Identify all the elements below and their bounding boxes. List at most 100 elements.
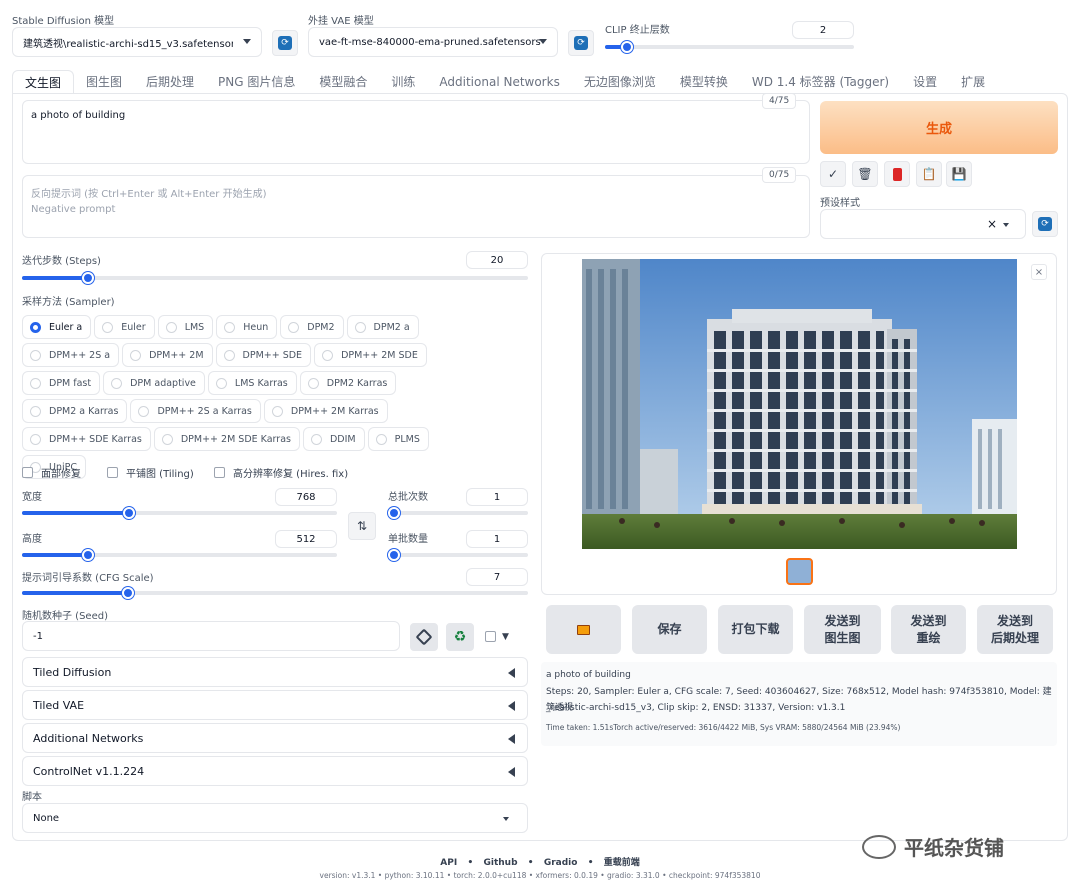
footer-api-link[interactable]: API xyxy=(440,858,457,868)
sampler-option[interactable]: Euler xyxy=(94,315,155,339)
tab-10[interactable]: 设置 xyxy=(901,70,949,94)
footer-reload-link[interactable]: 重载前端 xyxy=(604,858,640,868)
sampler-option[interactable]: DPM++ 2S a xyxy=(22,343,120,367)
refresh-style-button[interactable]: ⟳ xyxy=(1032,211,1058,237)
footer-github-link[interactable]: Github xyxy=(483,858,517,868)
tab-3[interactable]: PNG 图片信息 xyxy=(206,70,307,94)
style-clear-icon[interactable]: × xyxy=(987,217,997,231)
slider-thumb[interactable] xyxy=(81,272,94,284)
sampler-option[interactable]: Euler a xyxy=(22,315,92,339)
radio-circle[interactable] xyxy=(111,377,123,389)
sampler-option[interactable]: DPM2 xyxy=(280,315,344,339)
sampler-option[interactable]: DPM2 a xyxy=(346,315,419,339)
radio-circle[interactable] xyxy=(30,321,41,333)
refresh-model-button[interactable]: ⟳ xyxy=(272,30,298,56)
radio-circle[interactable] xyxy=(375,433,387,445)
radio-circle[interactable] xyxy=(310,433,322,445)
extra-networks-button[interactable] xyxy=(884,161,910,187)
sampler-option[interactable]: DPM fast xyxy=(22,371,101,395)
radio-circle[interactable] xyxy=(165,321,177,333)
tab-9[interactable]: WD 1.4 标签器 (Tagger) xyxy=(740,70,901,94)
slider-thumb[interactable] xyxy=(123,507,136,519)
sampler-option[interactable]: Heun xyxy=(216,315,278,339)
read-params-button[interactable]: ✓ xyxy=(820,161,846,187)
zip-download-button[interactable]: 打包下载 xyxy=(718,605,793,654)
footer-gradio-link[interactable]: Gradio xyxy=(544,858,578,868)
close-icon[interactable]: × xyxy=(1031,264,1047,280)
clip-number-input[interactable]: 2 xyxy=(792,21,854,39)
tab-4[interactable]: 模型融合 xyxy=(307,70,379,94)
tab-8[interactable]: 模型转换 xyxy=(668,70,740,94)
generate-button[interactable]: 生成 xyxy=(820,101,1058,154)
save-button[interactable]: 保存 xyxy=(632,605,707,654)
send-to-inpaint-button[interactable]: 发送到 重绘 xyxy=(891,605,966,654)
tiling-checkbox[interactable]: 平铺图 (Tiling) xyxy=(107,465,194,480)
sampler-option[interactable]: DPM++ SDE xyxy=(215,343,312,367)
sampler-option[interactable]: DDIM xyxy=(302,427,365,451)
checkbox-box[interactable] xyxy=(214,467,225,478)
width-number-input[interactable]: 768 xyxy=(275,488,337,506)
slider-thumb[interactable] xyxy=(388,507,400,519)
radio-circle[interactable] xyxy=(30,377,41,389)
save-style-button[interactable]: 💾 xyxy=(946,161,972,187)
checkbox-box[interactable] xyxy=(22,467,33,478)
radio-circle[interactable] xyxy=(224,321,236,333)
checkbox-box[interactable] xyxy=(485,631,496,642)
batch-size-input[interactable]: 1 xyxy=(466,530,528,548)
accordion-2[interactable]: Additional Networks xyxy=(22,723,528,753)
tab-11[interactable]: 扩展 xyxy=(949,70,997,94)
batch-count-input[interactable]: 1 xyxy=(466,488,528,506)
radio-circle[interactable] xyxy=(102,321,114,333)
refresh-vae-button[interactable]: ⟳ xyxy=(568,30,594,56)
sampler-option[interactable]: DPM adaptive xyxy=(103,371,205,395)
sampler-option[interactable]: DPM2 a Karras xyxy=(22,399,128,423)
radio-circle[interactable] xyxy=(271,405,283,417)
batch-size-slider[interactable] xyxy=(388,549,528,561)
radio-circle[interactable] xyxy=(322,349,334,361)
swap-dimensions-button[interactable]: ⇅ xyxy=(348,512,376,540)
radio-circle[interactable] xyxy=(354,321,366,333)
checkbox-box[interactable] xyxy=(107,467,118,478)
sampler-option[interactable]: DPM++ 2M SDE xyxy=(314,343,427,367)
sampler-option[interactable]: DPM++ 2M xyxy=(122,343,213,367)
gallery-thumbnail[interactable] xyxy=(786,558,813,585)
radio-circle[interactable] xyxy=(215,377,227,389)
radio-circle[interactable] xyxy=(30,433,41,445)
tab-6[interactable]: Additional Networks xyxy=(427,70,571,94)
cfg-number-input[interactable]: 7 xyxy=(466,568,528,586)
radio-circle[interactable] xyxy=(30,405,41,417)
accordion-3[interactable]: ControlNet v1.1.224 xyxy=(22,756,528,786)
seed-input[interactable]: -1 xyxy=(22,621,400,651)
steps-number-input[interactable]: 20 xyxy=(466,251,528,269)
reuse-seed-button[interactable]: ♻ xyxy=(446,623,474,651)
style-select[interactable]: × xyxy=(820,209,1026,239)
hires-fix-checkbox[interactable]: 高分辨率修复 (Hires. fix) xyxy=(214,465,348,480)
width-slider[interactable] xyxy=(22,507,337,519)
send-to-img2img-button[interactable]: 发送到 图生图 xyxy=(804,605,881,654)
tab-5[interactable]: 训练 xyxy=(379,70,427,94)
script-select[interactable]: None xyxy=(22,803,528,833)
radio-circle[interactable] xyxy=(288,321,300,333)
radio-circle[interactable] xyxy=(307,377,319,389)
sampler-option[interactable]: DPM++ 2M Karras xyxy=(263,399,388,423)
send-to-extras-button[interactable]: 发送到 后期处理 xyxy=(977,605,1053,654)
sampler-option[interactable]: LMS Karras xyxy=(207,371,297,395)
radio-circle[interactable] xyxy=(138,405,150,417)
apply-style-button[interactable]: 📋 xyxy=(916,161,942,187)
cfg-slider[interactable] xyxy=(22,587,528,599)
clear-prompt-button[interactable]: 🗑 xyxy=(852,161,878,187)
height-slider[interactable] xyxy=(22,549,337,561)
open-folder-button[interactable] xyxy=(546,605,621,654)
model-select[interactable]: 建筑透视\realistic-archi-sd15_v3.safetensors… xyxy=(12,27,262,57)
radio-circle[interactable] xyxy=(30,349,41,361)
random-seed-button[interactable] xyxy=(410,623,438,651)
radio-circle[interactable] xyxy=(161,433,173,445)
tab-2[interactable]: 后期处理 xyxy=(134,70,206,94)
sampler-option[interactable]: DPM++ 2M SDE Karras xyxy=(153,427,300,451)
sampler-option[interactable]: DPM++ SDE Karras xyxy=(22,427,151,451)
radio-circle[interactable] xyxy=(130,349,142,361)
tab-7[interactable]: 无边图像浏览 xyxy=(572,70,668,94)
radio-circle[interactable] xyxy=(223,349,235,361)
prompt-textarea[interactable]: a photo of building xyxy=(22,100,810,164)
height-number-input[interactable]: 512 xyxy=(275,530,337,548)
